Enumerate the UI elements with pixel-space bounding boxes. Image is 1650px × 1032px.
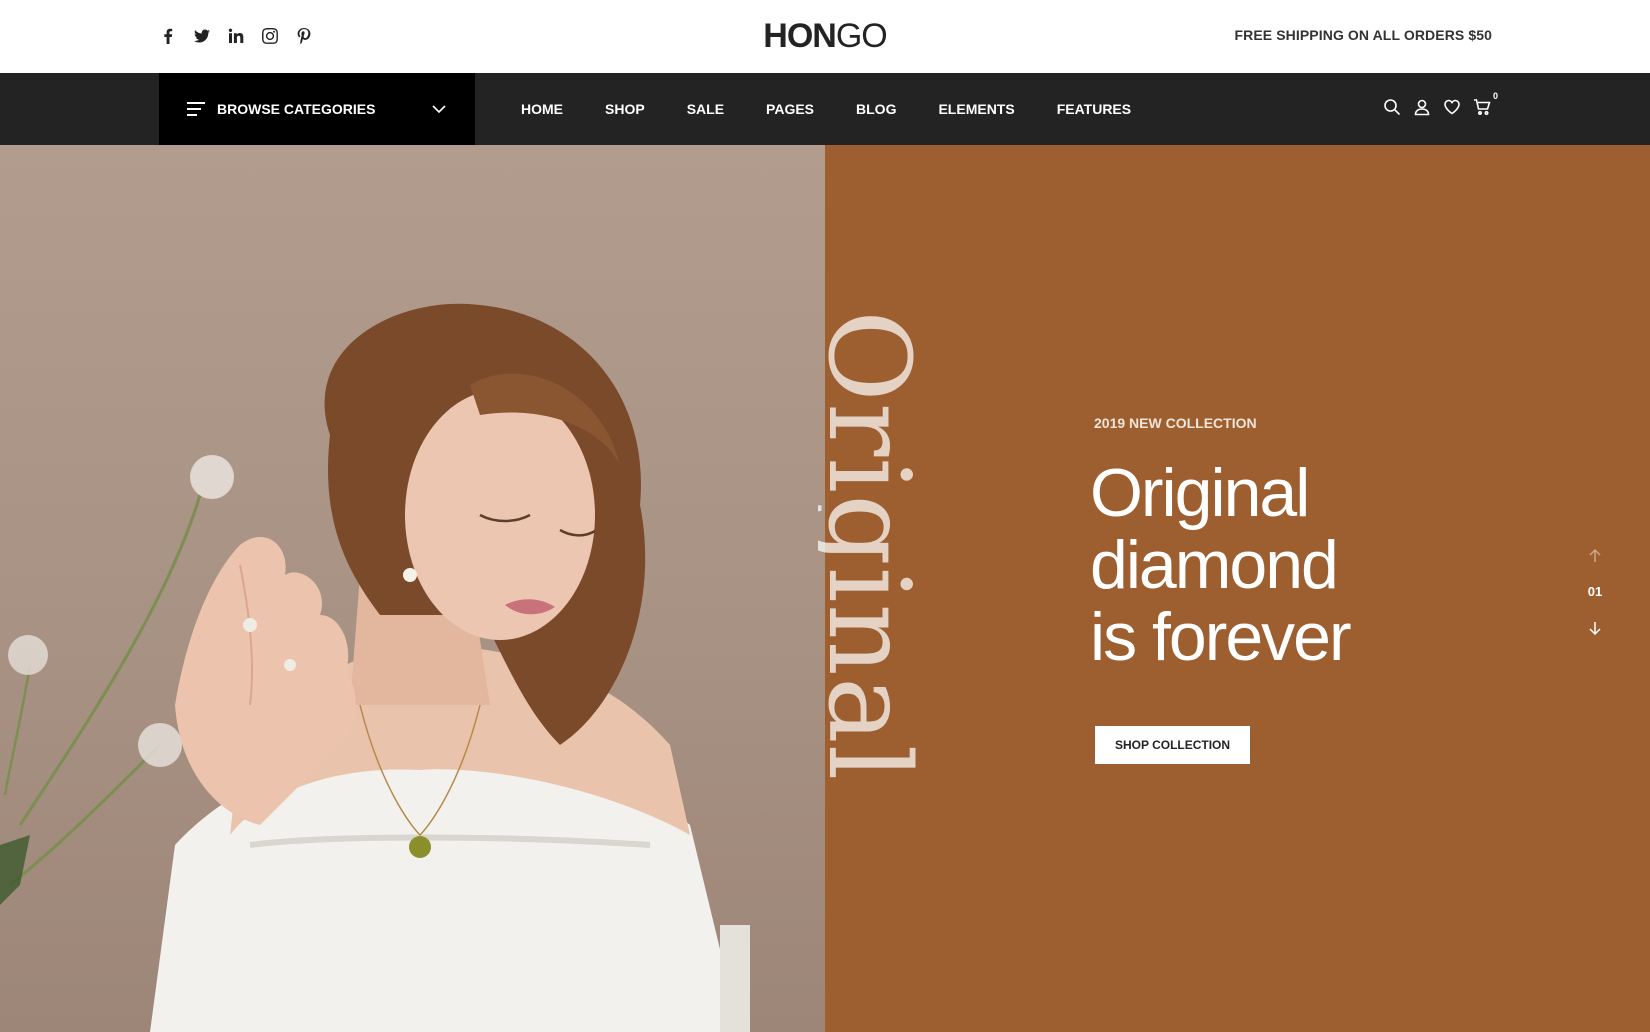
logo-light-text: GO (835, 17, 888, 55)
arrow-down-icon[interactable] (1580, 617, 1610, 639)
cart-count-badge: 0 (1492, 91, 1498, 101)
nav-item-home[interactable]: HOME (521, 101, 563, 117)
nav-item-elements[interactable]: ELEMENTS (938, 101, 1014, 117)
browse-categories-label: BROWSE CATEGORIES (217, 101, 376, 117)
nav-item-pages[interactable]: PAGES (766, 101, 814, 117)
nav-item-sale[interactable]: SALE (687, 101, 724, 117)
hero-eyebrow: 2019 NEW COLLECTION (1094, 415, 1257, 431)
hero-image-panel (0, 145, 825, 1032)
top-bar: HONGO FREE SHIPPING ON ALL ORDERS $50 (0, 0, 1650, 73)
headline-line-1: Original (1090, 455, 1310, 531)
nav-item-shop[interactable]: SHOP (605, 101, 645, 117)
hero-headline: Original diamond is forever (1090, 455, 1352, 675)
hero-slider: Original 2019 NEW COLLECTION Original di… (0, 145, 1650, 1032)
cart-icon[interactable]: 0 (1472, 91, 1498, 117)
slider-navigation: 01 (1580, 545, 1610, 639)
headline-line-3: is forever (1090, 599, 1352, 675)
main-nav: BROWSE CATEGORIES HOME SHOP SALE PAGES B… (0, 73, 1650, 145)
vertical-word: Original (818, 310, 933, 782)
arrow-up-icon[interactable] (1580, 545, 1610, 567)
user-icon[interactable] (1412, 97, 1432, 117)
chevron-down-icon (431, 101, 447, 117)
menu-icon (187, 102, 205, 116)
vertical-decorative-text: Original (818, 310, 938, 870)
shipping-notice: FREE SHIPPING ON ALL ORDERS $50 (1234, 27, 1492, 43)
search-icon[interactable] (1382, 97, 1402, 117)
nav-menu: HOME SHOP SALE PAGES BLOG ELEMENTS FEATU… (521, 73, 1173, 145)
headline-line-2: diamond (1090, 527, 1339, 603)
nav-item-features[interactable]: FEATURES (1057, 101, 1131, 117)
shop-collection-button[interactable]: SHOP COLLECTION (1095, 726, 1250, 764)
browse-categories-button[interactable]: BROWSE CATEGORIES (159, 73, 475, 145)
heart-icon[interactable] (1442, 97, 1462, 117)
logo-bold-text: HON (763, 17, 837, 55)
slide-number: 01 (1587, 584, 1603, 599)
nav-item-blog[interactable]: BLOG (856, 101, 896, 117)
nav-icons: 0 (1382, 91, 1498, 117)
model-photo (0, 303, 750, 1032)
